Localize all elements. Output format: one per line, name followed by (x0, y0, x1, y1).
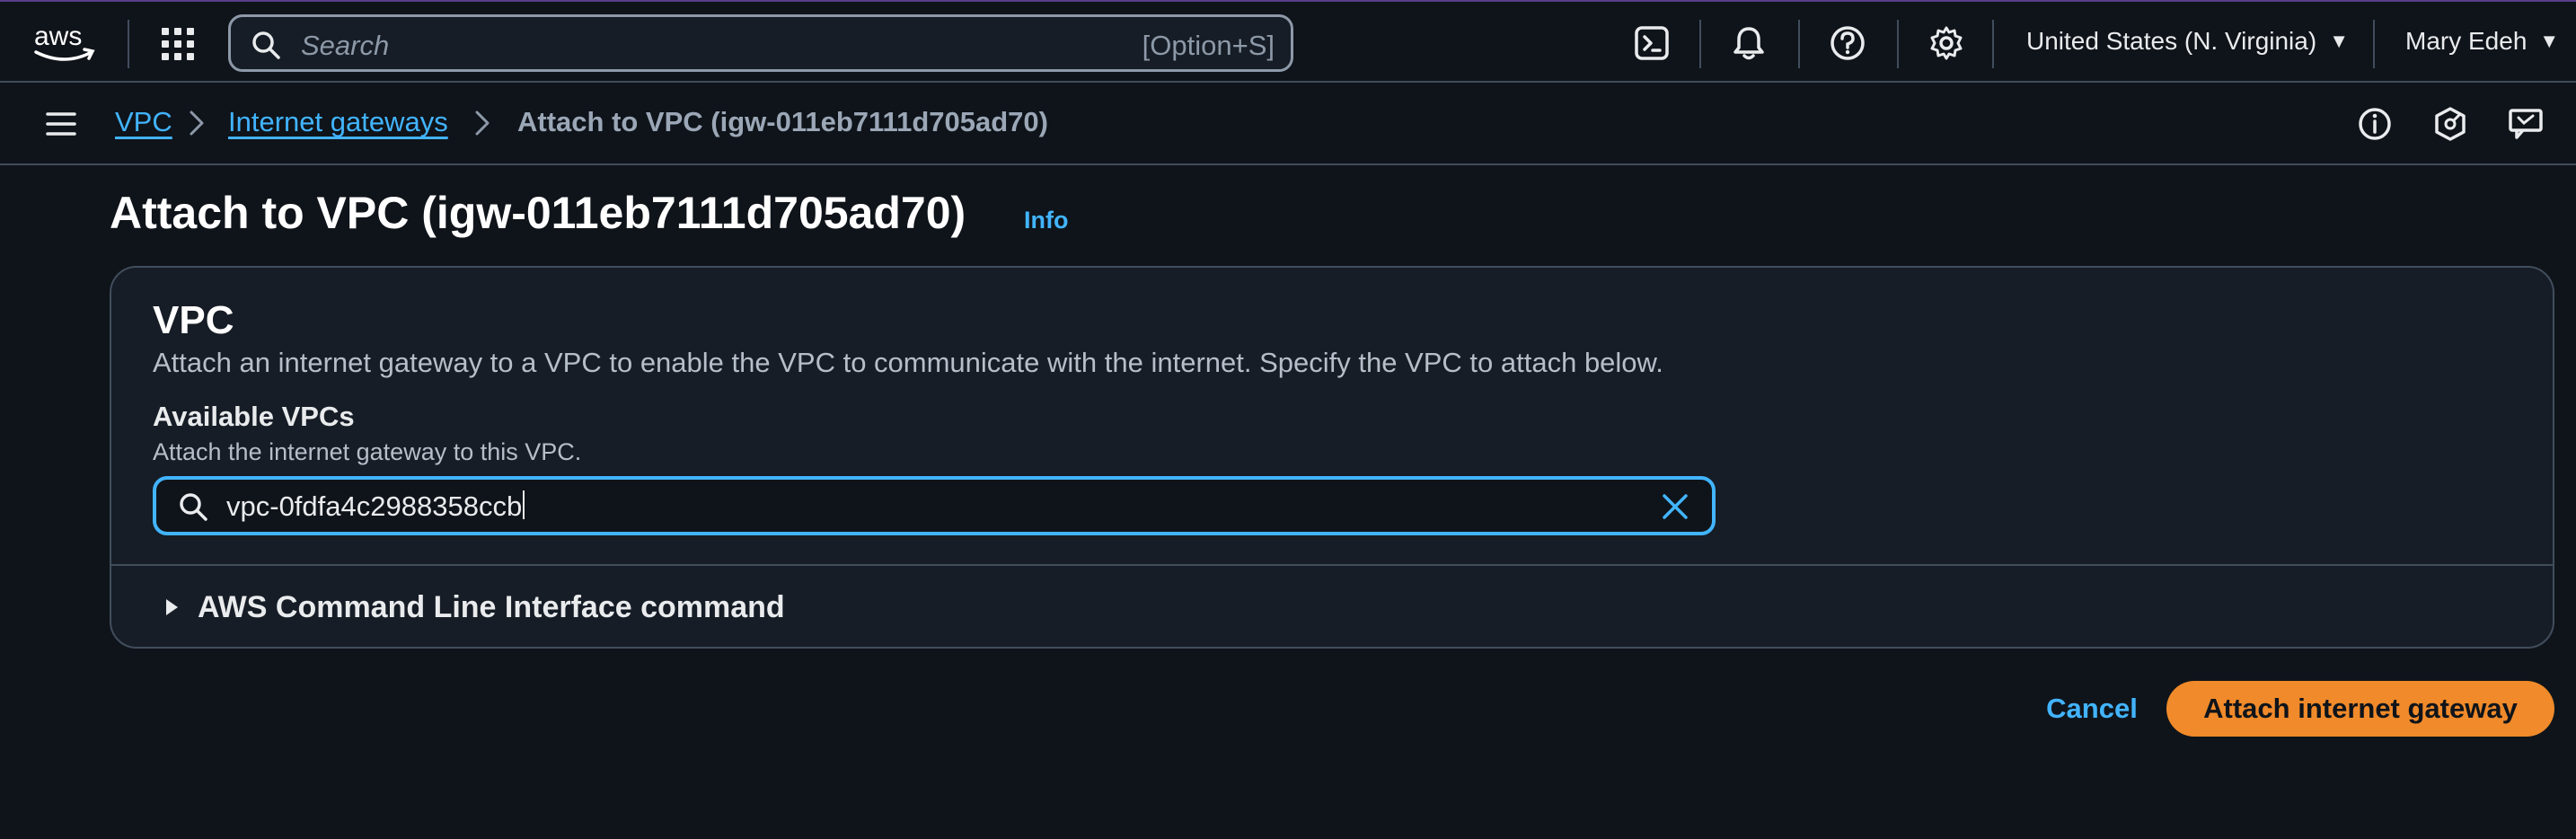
divider (2373, 20, 2375, 68)
vpc-select-input[interactable]: vpc-0fdfa4c2988358ccb (153, 476, 1716, 535)
info-link[interactable]: Info (1024, 207, 1068, 234)
search-placeholder: Search (301, 30, 390, 61)
aws-logo[interactable]: aws (32, 20, 99, 65)
svg-text:aws: aws (34, 22, 82, 51)
panel-title: VPC (153, 298, 234, 342)
help-icon[interactable] (1829, 24, 1866, 62)
apps-grid-icon[interactable] (160, 26, 196, 62)
feedback-icon[interactable] (2508, 106, 2544, 142)
region-label: United States (N. Virginia) (2026, 27, 2317, 55)
panel-divider (111, 564, 2553, 566)
caret-down-icon: ▼ (2329, 30, 2349, 52)
chevron-right-icon (475, 110, 490, 136)
caret-down-icon: ▼ (2539, 30, 2560, 52)
available-vpcs-description: Attach the internet gateway to this VPC. (153, 438, 582, 465)
top-navigation: aws Search [Option+S] United States (N. … (0, 0, 2576, 83)
breadcrumb-current: Attach to VPC (igw-011eb7111d705ad70) (517, 106, 1048, 137)
chevron-right-icon (190, 110, 204, 136)
text-cursor (523, 490, 525, 519)
caret-right-icon (166, 599, 178, 615)
breadcrumb-vpc[interactable]: VPC (115, 106, 172, 138)
panel-description: Attach an internet gateway to a VPC to e… (153, 347, 1663, 378)
vpc-input-value: vpc-0fdfa4c2988358ccb (226, 490, 523, 522)
breadcrumb-bar: VPC Internet gateways Attach to VPC (igw… (0, 83, 2576, 165)
cli-command-label: AWS Command Line Interface command (198, 589, 785, 624)
breadcrumb-internet-gateways[interactable]: Internet gateways (228, 106, 448, 138)
vpc-panel: VPC Attach an internet gateway to a VPC … (110, 266, 2554, 649)
divider (128, 20, 129, 68)
attach-internet-gateway-button[interactable]: Attach internet gateway (2166, 681, 2554, 737)
region-selector[interactable]: United States (N. Virginia) ▼ (2026, 27, 2349, 56)
divider (1699, 20, 1701, 68)
bell-icon[interactable] (1730, 24, 1768, 62)
cloudshell-icon[interactable] (1633, 24, 1671, 62)
user-name: Mary Edeh (2405, 27, 2527, 55)
page-title: Attach to VPC (igw-011eb7111d705ad70) (110, 188, 966, 238)
clear-icon[interactable] (1660, 491, 1690, 522)
account-menu[interactable]: Mary Edeh ▼ (2405, 27, 2559, 56)
global-search-input[interactable]: Search [Option+S] (228, 14, 1293, 72)
cli-command-expander[interactable]: AWS Command Line Interface command (163, 587, 785, 627)
divider (1798, 20, 1800, 68)
cancel-button[interactable]: Cancel (2033, 683, 2150, 735)
search-icon (180, 493, 207, 521)
search-shortcut: [Option+S] (1142, 30, 1275, 61)
compass-icon[interactable] (2432, 106, 2468, 142)
gear-icon[interactable] (1928, 24, 1965, 62)
available-vpcs-label: Available VPCs (153, 401, 355, 432)
search-icon (252, 31, 280, 59)
info-circle-icon[interactable] (2357, 106, 2393, 142)
divider (1992, 20, 1994, 68)
divider (1897, 20, 1899, 68)
menu-icon[interactable] (45, 110, 77, 138)
